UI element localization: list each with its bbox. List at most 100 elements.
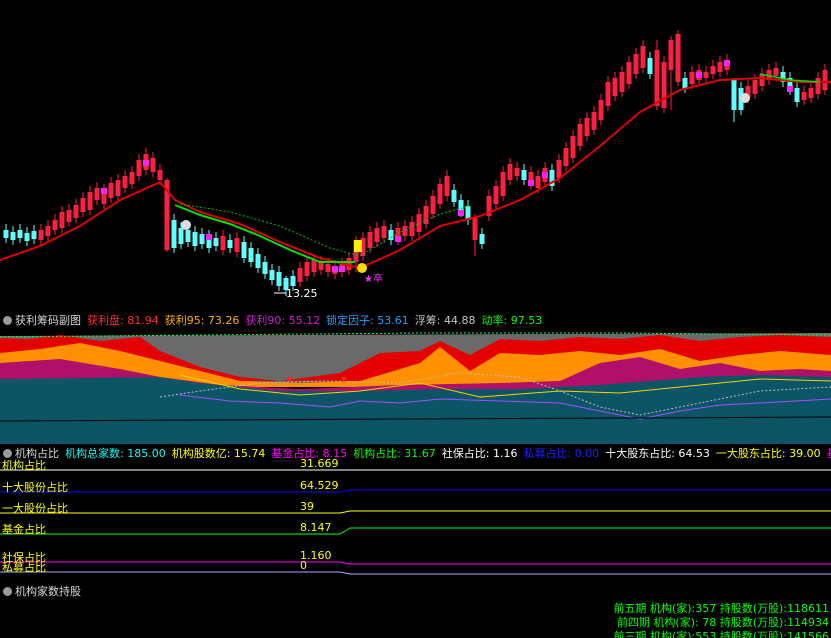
candle-body bbox=[248, 248, 254, 262]
candle-body bbox=[640, 46, 646, 68]
candle-body bbox=[31, 231, 37, 239]
candle-body bbox=[381, 226, 387, 238]
chip-stat-2: 获利90: 55.12 bbox=[245, 314, 321, 327]
candle-body bbox=[290, 276, 296, 286]
inst-stat-6: 十大股东占比: 64.53 bbox=[605, 447, 710, 460]
inst-line-5 bbox=[0, 571, 831, 575]
chip-stat-1: 获利95: 73.26 bbox=[164, 314, 240, 327]
candle-body bbox=[647, 58, 653, 74]
institution-panel[interactable]: 机构占比 机构总家数: 185.00 机构股数亿: 15.74 基金占比: 8.15 机… bbox=[0, 444, 831, 582]
candle-body bbox=[661, 62, 667, 108]
candle-body bbox=[773, 68, 779, 76]
candle-body bbox=[668, 40, 674, 70]
candle-body bbox=[150, 158, 156, 172]
candle-body bbox=[80, 198, 86, 212]
collapse-icon[interactable] bbox=[3, 449, 12, 458]
candle-body bbox=[430, 196, 436, 214]
signal-box bbox=[339, 266, 345, 272]
inst-line-3 bbox=[0, 527, 831, 535]
candle-body bbox=[304, 262, 310, 276]
candle-body bbox=[444, 176, 450, 196]
candle-body bbox=[178, 228, 184, 244]
candle-body bbox=[703, 72, 709, 78]
inst-line-1 bbox=[0, 489, 831, 493]
candle-body bbox=[199, 234, 205, 244]
inst-row-value: 8.147 bbox=[300, 521, 332, 534]
candle-body bbox=[59, 212, 65, 228]
candle-body bbox=[17, 230, 23, 238]
candle-body bbox=[675, 34, 681, 82]
candle-body bbox=[507, 164, 513, 180]
holders-panel[interactable]: 机构家数持股 前五期 机构(家):357 持股数(万股):118611 前四期 机… bbox=[0, 582, 831, 638]
candle-body bbox=[493, 186, 499, 204]
signal-box bbox=[724, 60, 730, 66]
candle-body bbox=[269, 270, 275, 280]
inst-row-name: 基金占比 bbox=[2, 523, 46, 536]
candle-body bbox=[591, 112, 597, 130]
candle-body bbox=[612, 78, 618, 96]
candle-body bbox=[129, 172, 135, 184]
candle-body bbox=[171, 220, 177, 248]
candle-body bbox=[577, 124, 583, 146]
candle-body bbox=[752, 80, 758, 94]
candle-body bbox=[437, 184, 443, 204]
inst-stat-5: 私募占比: 0.00 bbox=[523, 447, 600, 460]
candle-body bbox=[52, 220, 58, 230]
signal-box bbox=[528, 180, 534, 186]
price-low-label: 13.25 bbox=[286, 287, 318, 300]
candle-body bbox=[717, 62, 723, 72]
candle-body bbox=[654, 50, 660, 106]
candle-body bbox=[73, 205, 79, 218]
inst-row-name: 私募占比 bbox=[2, 561, 46, 574]
candle-body bbox=[318, 262, 324, 270]
candle-body bbox=[535, 176, 541, 188]
inst-stat-4: 社保占比: 1.16 bbox=[441, 447, 518, 460]
candle-body bbox=[38, 230, 44, 240]
candle-body bbox=[710, 66, 716, 74]
candle-body bbox=[801, 92, 807, 100]
collapse-icon[interactable] bbox=[3, 587, 12, 596]
inst-row-name: 一大股份占比 bbox=[2, 502, 68, 515]
candle-body bbox=[87, 192, 93, 210]
inst-stat-3: 机构占比: 31.67 bbox=[353, 447, 436, 460]
candle-body bbox=[220, 236, 226, 250]
signal-box bbox=[206, 234, 212, 240]
candle-body bbox=[325, 264, 331, 272]
face-icon bbox=[740, 93, 750, 103]
inst-row-name: 十大股份占比 bbox=[2, 481, 68, 494]
inst-panel-title: 机构占比 bbox=[15, 447, 59, 460]
price-panel[interactable]: 13.25 ★卒 bbox=[0, 0, 831, 310]
candle-body bbox=[605, 82, 611, 106]
inst-row-value: 0 bbox=[300, 559, 307, 572]
inst-stat-0: 机构总家数: 185.00 bbox=[65, 447, 166, 460]
chip-panel-header: 获利筹码副图 获利盘: 81.94 获利95: 73.26 获利90: 55.12 锁定… bbox=[0, 311, 831, 331]
candlestick-chart[interactable] bbox=[0, 0, 831, 310]
chip-panel[interactable]: 获利筹码副图 获利盘: 81.94 获利95: 73.26 获利90: 55.12 锁定… bbox=[0, 311, 831, 444]
collapse-icon[interactable] bbox=[3, 316, 12, 325]
candle-body bbox=[584, 118, 590, 136]
candle-body bbox=[514, 168, 520, 176]
candle-body bbox=[136, 160, 142, 176]
candle-body bbox=[563, 148, 569, 166]
signal-box bbox=[395, 236, 401, 242]
inst-stat-1: 机构股数亿: 15.74 bbox=[171, 447, 266, 460]
chip-stat-3: 锁定因子: 53.61 bbox=[326, 314, 409, 327]
candle-body bbox=[598, 100, 604, 120]
candle-body bbox=[808, 88, 814, 98]
candle-body bbox=[115, 180, 121, 196]
inst-stat-7: 一大股东占比: 39.00 bbox=[715, 447, 821, 460]
candle-body bbox=[500, 172, 506, 196]
candle-body bbox=[3, 230, 9, 238]
candle-body bbox=[402, 226, 408, 236]
candle-body bbox=[297, 268, 303, 282]
signal-box bbox=[101, 188, 107, 194]
signal-box bbox=[458, 210, 464, 216]
candle-body bbox=[822, 70, 828, 90]
candle-body bbox=[255, 254, 261, 268]
candle-body bbox=[682, 78, 688, 88]
candle-body bbox=[157, 170, 163, 180]
signal-box bbox=[787, 86, 793, 92]
holders-panel-title: 机构家数持股 bbox=[15, 585, 81, 598]
inst-panel-header: 机构占比 机构总家数: 185.00 机构股数亿: 15.74 基金占比: 8.15 机… bbox=[0, 444, 831, 464]
candle-body bbox=[759, 74, 765, 86]
